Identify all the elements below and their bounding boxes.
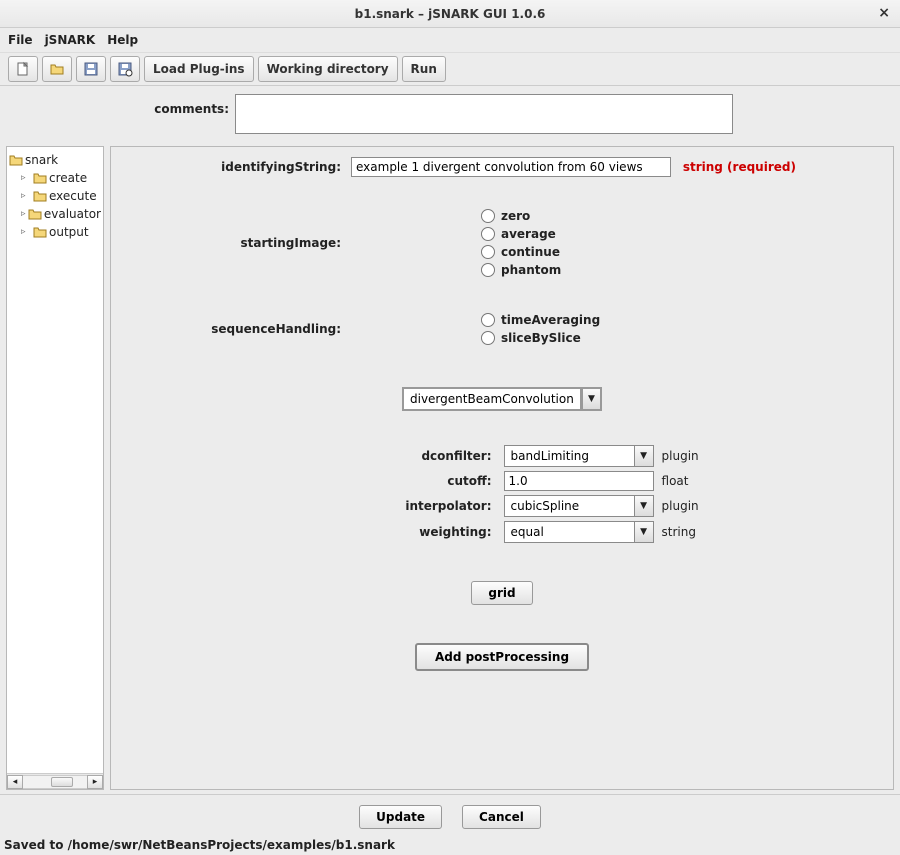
- tree-item-label: create: [49, 171, 87, 185]
- radio-phantom[interactable]: phantom: [481, 263, 883, 277]
- new-file-icon[interactable]: [8, 56, 38, 82]
- add-postprocessing-button[interactable]: Add postProcessing: [415, 643, 589, 671]
- dconfilter-value[interactable]: [504, 445, 634, 467]
- tree-root[interactable]: snark: [9, 151, 101, 169]
- cutoff-label: cutoff:: [405, 474, 495, 488]
- chevron-down-icon[interactable]: ▼: [634, 445, 654, 467]
- status-bar: Saved to /home/swr/NetBeansProjects/exam…: [0, 835, 900, 855]
- identifying-string-input[interactable]: [351, 157, 671, 177]
- weighting-type: string: [662, 525, 699, 539]
- weighting-select[interactable]: ▼: [504, 521, 654, 543]
- params-grid: dconfilter: ▼ plugin cutoff: float inter…: [405, 445, 698, 543]
- radio-label: continue: [501, 245, 560, 259]
- update-button[interactable]: Update: [359, 805, 442, 829]
- scroll-right-icon[interactable]: ▸: [87, 775, 103, 789]
- footer-buttons: Update Cancel: [0, 794, 900, 835]
- save-as-icon[interactable]: [110, 56, 140, 82]
- interpolator-type: plugin: [662, 499, 699, 513]
- open-folder-icon[interactable]: [42, 56, 72, 82]
- save-icon[interactable]: [76, 56, 106, 82]
- tree-item-label: output: [49, 225, 89, 239]
- expand-icon[interactable]: ▹: [21, 209, 26, 219]
- load-plugins-button[interactable]: Load Plug-ins: [144, 56, 254, 82]
- radio-time-averaging[interactable]: timeAveraging: [481, 313, 883, 327]
- tree-item-label: evaluator: [44, 207, 101, 221]
- expand-icon[interactable]: ▹: [21, 191, 31, 201]
- tree-item-evaluator[interactable]: ▹ evaluator: [9, 205, 101, 223]
- interpolator-select[interactable]: ▼: [504, 495, 654, 517]
- identifying-string-row: string (required): [351, 157, 883, 177]
- menu-jsnark[interactable]: jSNARK: [45, 33, 96, 47]
- interpolator-value[interactable]: [504, 495, 634, 517]
- expand-icon[interactable]: ▹: [21, 173, 31, 183]
- identifying-string-status: string (required): [683, 160, 796, 174]
- sequence-handling-radios: timeAveraging sliceBySlice: [481, 309, 883, 349]
- chevron-down-icon[interactable]: ▼: [634, 495, 654, 517]
- titlebar: b1.snark – jSNARK GUI 1.0.6 ×: [0, 0, 900, 28]
- tree-item-output[interactable]: ▹ output: [9, 223, 101, 241]
- menubar: File jSNARK Help: [0, 28, 900, 52]
- folder-icon: [9, 154, 23, 166]
- radio-zero[interactable]: zero: [481, 209, 883, 223]
- dconfilter-type: plugin: [662, 449, 699, 463]
- folder-icon: [33, 190, 47, 202]
- starting-image-label: startingImage:: [121, 236, 351, 250]
- working-directory-button[interactable]: Working directory: [258, 56, 398, 82]
- radio-label: zero: [501, 209, 530, 223]
- folder-icon: [33, 226, 47, 238]
- dconfilter-label: dconfilter:: [405, 449, 495, 463]
- radio-average[interactable]: average: [481, 227, 883, 241]
- close-icon[interactable]: ×: [878, 5, 890, 21]
- algorithm-select[interactable]: ▼: [402, 387, 602, 411]
- cutoff-type: float: [662, 474, 699, 488]
- radio-slice-by-slice[interactable]: sliceBySlice: [481, 331, 883, 345]
- toolbar: Load Plug-ins Working directory Run: [0, 52, 900, 86]
- scroll-left-icon[interactable]: ◂: [7, 775, 23, 789]
- menu-file[interactable]: File: [8, 33, 33, 47]
- cancel-button[interactable]: Cancel: [462, 805, 541, 829]
- folder-icon: [28, 208, 42, 220]
- tree-item-label: execute: [49, 189, 97, 203]
- tree-hscrollbar[interactable]: ◂ ▸: [7, 773, 103, 789]
- tree-panel: snark ▹ create ▹ execute ▹ evaluator ▹ o…: [6, 146, 104, 790]
- run-button[interactable]: Run: [402, 56, 446, 82]
- scroll-thumb[interactable]: [51, 777, 73, 787]
- comments-label: comments:: [0, 94, 235, 116]
- chevron-down-icon[interactable]: ▼: [634, 521, 654, 543]
- scroll-track[interactable]: [23, 775, 87, 789]
- algorithm-value[interactable]: [402, 387, 582, 411]
- dconfilter-select[interactable]: ▼: [504, 445, 654, 467]
- cutoff-input[interactable]: [504, 471, 654, 491]
- window-title: b1.snark – jSNARK GUI 1.0.6: [355, 7, 546, 21]
- radio-label: timeAveraging: [501, 313, 600, 327]
- comments-input[interactable]: [235, 94, 733, 134]
- grid-button[interactable]: grid: [471, 581, 532, 605]
- radio-continue[interactable]: continue: [481, 245, 883, 259]
- tree-item-create[interactable]: ▹ create: [9, 169, 101, 187]
- weighting-value[interactable]: [504, 521, 634, 543]
- identifying-string-label: identifyingString:: [121, 160, 351, 174]
- tree[interactable]: snark ▹ create ▹ execute ▹ evaluator ▹ o…: [7, 147, 103, 773]
- starting-image-radios: zero average continue phantom: [481, 205, 883, 281]
- form-panel: identifyingString: string (required) sta…: [110, 146, 894, 790]
- comments-row: comments:: [0, 86, 900, 142]
- menu-help[interactable]: Help: [107, 33, 138, 47]
- radio-label: sliceBySlice: [501, 331, 581, 345]
- tree-item-execute[interactable]: ▹ execute: [9, 187, 101, 205]
- interpolator-label: interpolator:: [405, 499, 495, 513]
- radio-label: average: [501, 227, 556, 241]
- tree-root-label: snark: [25, 153, 58, 167]
- weighting-label: weighting:: [405, 525, 495, 539]
- chevron-down-icon[interactable]: ▼: [582, 387, 602, 411]
- status-text: Saved to /home/swr/NetBeansProjects/exam…: [4, 838, 395, 852]
- radio-label: phantom: [501, 263, 561, 277]
- expand-icon[interactable]: ▹: [21, 227, 31, 237]
- sequence-handling-label: sequenceHandling:: [121, 322, 351, 336]
- folder-icon: [33, 172, 47, 184]
